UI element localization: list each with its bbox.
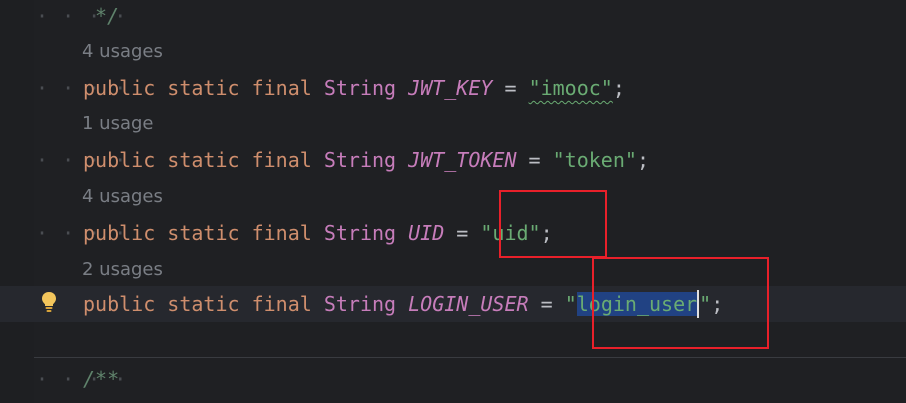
field-declaration: public static final String JWT_TOKEN = "…	[83, 142, 649, 178]
type-name: String	[323, 221, 397, 245]
divider	[34, 357, 906, 358]
modifiers: public static final	[83, 221, 312, 245]
code-line-comment-close[interactable]: · · · · */	[0, 0, 906, 34]
assign-operator: =	[456, 221, 469, 245]
code-line-comment-open[interactable]: · · · · /**	[0, 361, 906, 397]
assign-operator: =	[504, 76, 517, 100]
string-close-quote: "	[699, 292, 712, 316]
constant-name: JWT_KEY	[408, 76, 493, 100]
field-declaration: public static final String JWT_KEY = "im…	[83, 70, 625, 106]
semicolon: ;	[612, 76, 625, 100]
modifiers: public static final	[83, 292, 312, 316]
code-line-jwt-key[interactable]: · · · · public static final String JWT_K…	[0, 70, 906, 106]
constant-name: JWT_TOKEN	[408, 148, 517, 172]
code-line-uid[interactable]: · · · · public static final String UID =…	[0, 215, 906, 251]
usages-hint[interactable]: 4 usages	[82, 185, 163, 209]
string-open-quote: "	[564, 292, 577, 316]
semicolon: ;	[540, 221, 553, 245]
semicolon: ;	[711, 292, 724, 316]
lightbulb-icon[interactable]	[40, 291, 58, 313]
assign-operator: =	[528, 148, 541, 172]
selected-text[interactable]: login_user	[576, 292, 698, 316]
code-line-jwt-token[interactable]: · · · · public static final String JWT_T…	[0, 142, 906, 178]
string-literal: "uid"	[480, 221, 541, 245]
code-editor[interactable]: · · · · */ 4 usages · · · · public stati…	[0, 0, 906, 403]
usages-hint[interactable]: 1 usage	[82, 112, 154, 136]
usages-hint[interactable]: 2 usages	[82, 258, 163, 282]
comment-close: */	[95, 4, 120, 28]
modifiers: public static final	[83, 148, 312, 172]
assign-operator: =	[540, 292, 553, 316]
constant-name: LOGIN_USER	[408, 292, 529, 316]
string-literal: "token"	[552, 148, 637, 172]
type-name: String	[323, 292, 397, 316]
modifiers: public static final	[83, 76, 312, 100]
type-name: String	[323, 148, 397, 172]
code-line-login-user[interactable]: public static final String LOGIN_USER = …	[0, 286, 906, 322]
comment-open: /**	[83, 367, 120, 391]
constant-name: UID	[408, 221, 445, 245]
field-declaration: public static final String UID = "uid";	[83, 215, 553, 251]
type-name: String	[323, 76, 397, 100]
semicolon: ;	[636, 148, 649, 172]
usages-hint[interactable]: 4 usages	[82, 40, 163, 64]
field-declaration: public static final String LOGIN_USER = …	[83, 286, 723, 322]
string-literal: "imooc"	[528, 76, 613, 100]
